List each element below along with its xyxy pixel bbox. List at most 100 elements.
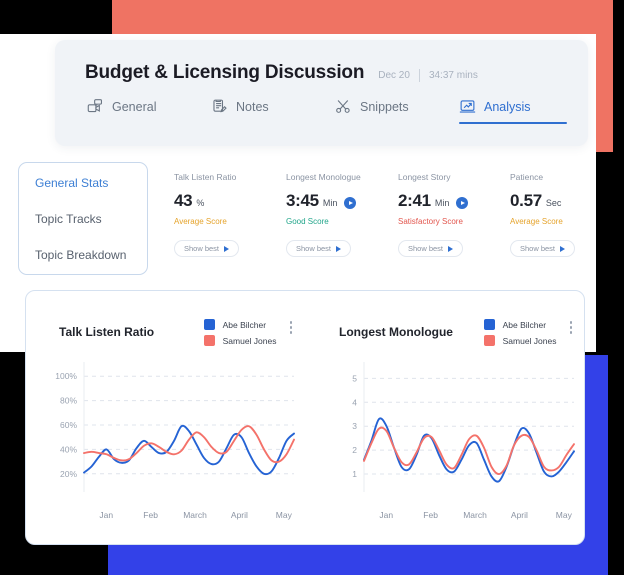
y-tick: 100% bbox=[55, 371, 77, 381]
legend-item[interactable]: Samuel Jones bbox=[483, 335, 557, 346]
screenshot-stage: Budget & Licensing Discussion Dec 20 34:… bbox=[0, 0, 624, 575]
sidebar-item-topic-tracks[interactable]: Topic Tracks bbox=[35, 212, 147, 226]
y-tick: 80% bbox=[60, 396, 77, 406]
stat-score-badge: Average Score bbox=[174, 217, 227, 226]
stat-label: Talk Listen Ratio bbox=[174, 172, 237, 182]
stat-value: 43 bbox=[174, 191, 193, 210]
meta-divider bbox=[418, 69, 420, 82]
tab-analysis-label: Analysis bbox=[484, 99, 531, 114]
tab-snippets[interactable]: Snippets bbox=[335, 98, 459, 124]
charts-card: Talk Listen Ratio Abe Bilcher Samuel Jon… bbox=[25, 290, 585, 545]
play-triangle-icon bbox=[224, 245, 230, 252]
legend-label: Samuel Jones bbox=[502, 335, 557, 346]
show-best-label: Show best bbox=[520, 244, 556, 253]
stat-value: 3:45 bbox=[286, 191, 319, 210]
legend-item[interactable]: Abe Bilcher bbox=[203, 319, 277, 330]
x-tick: May bbox=[275, 510, 292, 520]
legend-swatch-red bbox=[483, 335, 495, 346]
stat-value: 0.57 bbox=[510, 191, 542, 210]
tab-analysis[interactable]: Analysis bbox=[459, 98, 583, 124]
y-tick: 60% bbox=[60, 420, 77, 430]
stat-unit: Sec bbox=[545, 198, 562, 208]
header-title-row: Budget & Licensing Discussion Dec 20 34:… bbox=[55, 40, 588, 84]
show-best-label: Show best bbox=[296, 244, 332, 253]
x-tick: Jan bbox=[379, 510, 394, 520]
play-circle-icon[interactable] bbox=[344, 197, 357, 209]
chart-panel-longest-monologue: Longest Monologue Abe Bilcher Samuel Jon… bbox=[306, 291, 586, 544]
x-tick: March bbox=[463, 510, 487, 520]
y-tick: 3 bbox=[352, 421, 357, 431]
meeting-date: Dec 20 bbox=[378, 70, 410, 81]
stat-card-patience: Patience 0.57 Sec Average Score Show bes… bbox=[510, 172, 622, 257]
legend-item[interactable]: Abe Bilcher bbox=[483, 319, 557, 330]
meeting-header-card: Budget & Licensing Discussion Dec 20 34:… bbox=[55, 40, 588, 146]
show-best-label: Show best bbox=[184, 244, 220, 253]
x-axis-ticks: Jan Feb March April May bbox=[306, 510, 586, 520]
header-meta: Dec 20 34:37 mins bbox=[378, 69, 478, 82]
show-best-button[interactable]: Show best bbox=[286, 240, 352, 257]
stat-value: 2:41 bbox=[398, 191, 431, 210]
show-best-label: Show best bbox=[408, 244, 444, 253]
kebab-menu-icon[interactable] bbox=[569, 313, 572, 334]
stat-unit: Min bbox=[434, 198, 450, 208]
stat-unit: Min bbox=[322, 198, 338, 208]
y-tick: 5 bbox=[352, 373, 357, 383]
legend-swatch-blue bbox=[203, 319, 215, 330]
y-tick: 2 bbox=[352, 445, 357, 455]
tab-notes[interactable]: Notes bbox=[211, 98, 335, 124]
legend-swatch-blue bbox=[483, 319, 495, 330]
legend-label: Samuel Jones bbox=[222, 335, 277, 346]
play-triangle-icon bbox=[448, 245, 454, 252]
y-tick: 1 bbox=[352, 469, 357, 479]
y-tick: 20% bbox=[60, 469, 77, 479]
legend-label: Abe Bilcher bbox=[222, 319, 267, 330]
play-circle-icon[interactable] bbox=[456, 197, 469, 209]
stat-label: Longest Story bbox=[398, 172, 451, 182]
show-best-button[interactable]: Show best bbox=[174, 240, 240, 257]
chart-legend: Abe Bilcher Samuel Jones bbox=[203, 313, 277, 346]
x-tick: Feb bbox=[143, 510, 158, 520]
x-tick: April bbox=[510, 510, 528, 520]
stat-score-badge: Good Score bbox=[286, 217, 329, 226]
stat-card-longest-monologue: Longest Monologue 3:45 Min Good Score Sh… bbox=[286, 172, 398, 257]
general-stats-nav-card: General Stats Topic Tracks Topic Breakdo… bbox=[18, 162, 148, 275]
page-title: Budget & Licensing Discussion bbox=[85, 62, 365, 83]
chart-title: Longest Monologue bbox=[339, 325, 453, 339]
show-best-button[interactable]: Show best bbox=[398, 240, 464, 257]
x-tick: May bbox=[555, 510, 572, 520]
show-best-button[interactable]: Show best bbox=[510, 240, 576, 257]
tab-general-label: General bbox=[112, 99, 157, 114]
tab-notes-label: Notes bbox=[236, 99, 269, 114]
notes-icon bbox=[211, 98, 228, 115]
sidebar-item-general-stats[interactable]: General Stats bbox=[35, 176, 147, 190]
tab-bar: General Notes Snippets Analysis bbox=[55, 84, 588, 124]
line-chart-svg: 20% 40% 60% 80% 100% bbox=[55, 362, 295, 492]
series-line-blue bbox=[83, 424, 295, 476]
stat-card-longest-story: Longest Story 2:41 Min Satisfactory Scor… bbox=[398, 172, 510, 257]
tab-general[interactable]: General bbox=[87, 98, 211, 124]
x-tick: Feb bbox=[423, 510, 438, 520]
x-axis-ticks: Jan Feb March April May bbox=[26, 510, 306, 520]
x-tick: Jan bbox=[99, 510, 114, 520]
chart-plot-area: 1 2 3 4 5 bbox=[306, 356, 586, 506]
sidebar-item-topic-breakdown[interactable]: Topic Breakdown bbox=[35, 248, 147, 262]
video-camera-icon bbox=[87, 98, 104, 115]
play-triangle-icon bbox=[336, 245, 342, 252]
stat-score-badge: Average Score bbox=[510, 217, 563, 226]
stat-score-badge: Satisfactory Score bbox=[398, 217, 463, 226]
kebab-menu-icon[interactable] bbox=[289, 313, 292, 334]
legend-label: Abe Bilcher bbox=[502, 319, 547, 330]
scissors-icon bbox=[335, 98, 352, 115]
chart-title: Talk Listen Ratio bbox=[59, 325, 155, 339]
legend-swatch-red bbox=[203, 335, 215, 346]
play-triangle-icon bbox=[560, 245, 566, 252]
legend-item[interactable]: Samuel Jones bbox=[203, 335, 277, 346]
analysis-chart-icon bbox=[459, 98, 476, 115]
stat-card-talk-listen-ratio: Talk Listen Ratio 43 % Average Score Sho… bbox=[174, 172, 286, 257]
chart-header: Talk Listen Ratio Abe Bilcher Samuel Jon… bbox=[26, 313, 306, 346]
stat-label: Longest Monologue bbox=[286, 172, 361, 182]
stat-value-row: 43 % bbox=[174, 191, 286, 211]
y-tick: 4 bbox=[352, 397, 357, 407]
stat-value-row: 3:45 Min bbox=[286, 191, 398, 211]
chart-plot-area: 20% 40% 60% 80% 100% bbox=[26, 356, 306, 506]
